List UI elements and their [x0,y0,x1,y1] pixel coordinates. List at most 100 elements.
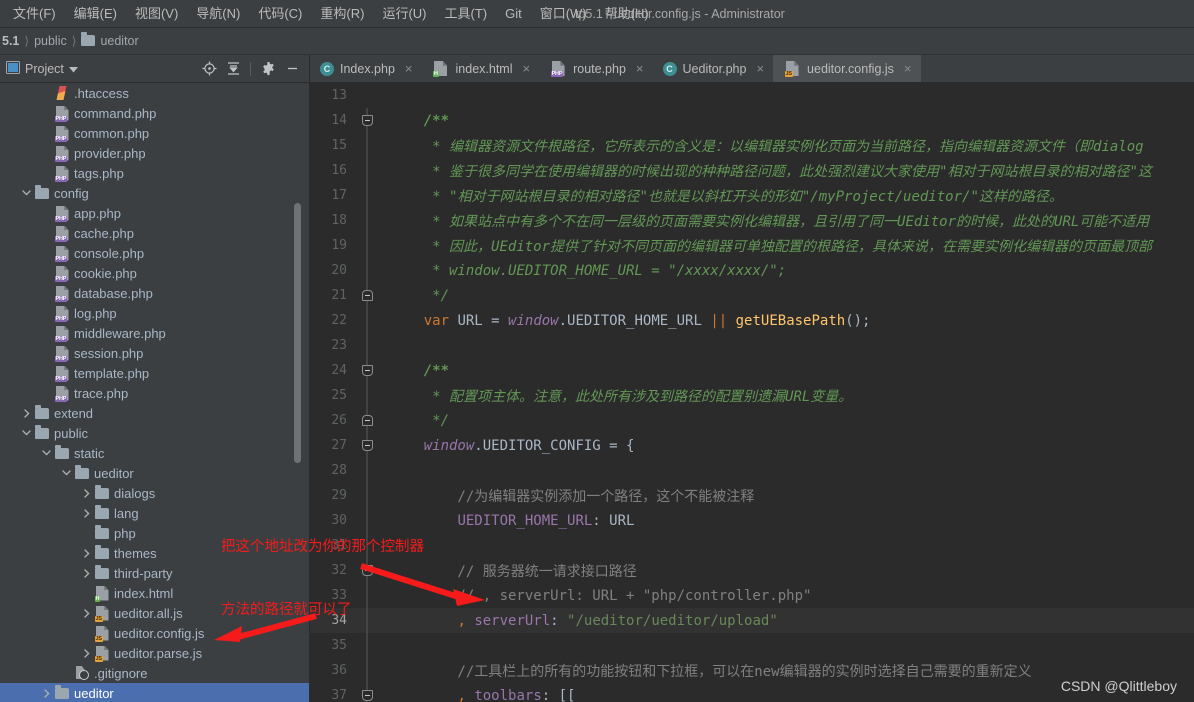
code-line-highlighted[interactable]: 34 , serverUrl: "/ueditor/ueditor/upload… [310,608,1194,633]
tree-row[interactable]: PHP command.php [0,103,309,123]
fold-marker-icon[interactable] [356,108,378,133]
tree-row[interactable]: static [0,443,309,463]
fold-guide-line[interactable] [356,458,378,483]
tree-row[interactable]: PHP session.php [0,343,309,363]
code-line[interactable]: 21 */ [310,283,1194,308]
code-line[interactable]: 24 /** [310,358,1194,383]
fold-marker-icon[interactable] [356,358,378,383]
menu-item-4[interactable]: 导航(N) [187,0,249,28]
menu-item-8[interactable]: 工具(T) [435,0,496,28]
code-line[interactable]: 13 [310,83,1194,108]
menu-item-5[interactable]: 代码(C) [249,0,311,28]
editor-tab-active[interactable]: JS ueditor.config.js [773,55,921,82]
chevron-right-icon[interactable] [80,643,93,663]
code-line[interactable]: 19 * 因此，UEditor提供了针对不同页面的编辑器可单独配置的根路径，具体… [310,233,1194,258]
editor-tab[interactable]: C Ueditor.php [653,55,774,82]
code-line[interactable]: 25 * 配置项主体。注意，此处所有涉及到路径的配置别遗漏URL变量。 [310,383,1194,408]
project-panel-scrollbar[interactable] [294,203,301,463]
locate-icon[interactable] [198,58,220,80]
code-line[interactable]: 23 [310,333,1194,358]
gear-icon[interactable] [257,58,279,80]
tree-row[interactable]: public [0,423,309,443]
fold-guide-line[interactable] [356,158,378,183]
tree-row[interactable]: PHP provider.php [0,143,309,163]
code-line[interactable]: 22 var URL = window.UEDITOR_HOME_URL || … [310,308,1194,333]
tree-row[interactable]: PHP console.php [0,243,309,263]
menu-item-1[interactable]: 文件(F) [4,0,65,28]
code-line[interactable]: 16 * 鉴于很多同学在使用编辑器的时候出现的种种路径问题，此处强烈建议大家使用… [310,158,1194,183]
close-icon[interactable] [756,61,764,76]
minimize-icon[interactable] [281,58,303,80]
menu-item-7[interactable]: 运行(U) [373,0,435,28]
fold-guide-line[interactable] [356,233,378,258]
fold-guide-line[interactable] [356,308,378,333]
code-line[interactable]: 17 * "相对于网站根目录的相对路径"也就是以斜杠开头的形如"/myProje… [310,183,1194,208]
tree-row[interactable]: .htaccess [0,83,309,103]
close-icon[interactable] [405,61,413,76]
chevron-right-icon[interactable] [80,603,93,623]
chevron-right-icon[interactable] [40,683,53,702]
tree-row[interactable]: PHP trace.php [0,383,309,403]
fold-marker-icon[interactable] [356,433,378,458]
code-line[interactable]: 32 // 服务器统一请求接口路径 [310,558,1194,583]
fold-guide-line[interactable] [356,333,378,358]
fold-guide-line[interactable] [356,258,378,283]
code-line[interactable]: 29 //为编辑器实例添加一个路径，这个不能被注释 [310,483,1194,508]
code-line[interactable]: 30 UEDITOR_HOME_URL: URL [310,508,1194,533]
menu-item-3[interactable]: 视图(V) [126,0,187,28]
fold-marker-icon[interactable] [356,283,378,308]
code-line[interactable]: 20 * window.UEDITOR_HOME_URL = "/xxxx/xx… [310,258,1194,283]
editor-tab[interactable]: C Index.php [310,55,422,82]
chevron-right-icon[interactable] [80,543,93,563]
fold-marker-icon[interactable] [356,408,378,433]
code-line[interactable]: 26 */ [310,408,1194,433]
code-line[interactable]: 28 [310,458,1194,483]
chevron-down-icon[interactable] [60,463,73,483]
project-panel-title[interactable]: Project [6,60,78,77]
tree-row[interactable]: PHP cache.php [0,223,309,243]
menu-item-6[interactable]: 重构(R) [311,0,373,28]
tree-row[interactable]: .gitignore [0,663,309,683]
chevron-down-icon[interactable] [20,183,33,203]
tree-row[interactable]: ueditor [0,463,309,483]
tree-row[interactable]: PHP log.php [0,303,309,323]
tree-row[interactable]: PHP common.php [0,123,309,143]
fold-guide-line[interactable] [356,183,378,208]
close-icon[interactable] [904,61,912,76]
tree-row[interactable]: PHP database.php [0,283,309,303]
tree-row[interactable]: PHP cookie.php [0,263,309,283]
close-icon[interactable] [636,61,644,76]
code-line[interactable]: 31 [310,533,1194,558]
chevron-down-icon[interactable] [20,423,33,443]
chevron-down-icon[interactable] [40,443,53,463]
fold-guide-line[interactable] [356,133,378,158]
tree-row[interactable]: config [0,183,309,203]
breadcrumb-root[interactable]: 5.1 [0,34,19,48]
chevron-right-icon[interactable] [80,483,93,503]
fold-guide-line[interactable] [356,383,378,408]
breadcrumb-item-ueditor[interactable]: ueditor [100,34,138,48]
collapse-all-icon[interactable] [222,58,244,80]
fold-guide-line[interactable] [356,208,378,233]
code-line[interactable]: 35 [310,633,1194,658]
editor-tab[interactable]: Hindex.html [422,55,540,82]
tree-row[interactable]: extend [0,403,309,423]
tree-row[interactable]: PHP tags.php [0,163,309,183]
chevron-right-icon[interactable] [80,563,93,583]
code-line[interactable]: 15 * 编辑器资源文件根路径，它所表示的含义是：以编辑器实例化页面为当前路径，… [310,133,1194,158]
code-line[interactable]: 18 * 如果站点中有多个不在同一层级的页面需要实例化编辑器，且引用了同一UEd… [310,208,1194,233]
code-line[interactable]: 14 /** [310,108,1194,133]
editor-tab[interactable]: PHP route.php [539,55,652,82]
menu-item-9[interactable]: Git [496,0,531,28]
tree-row[interactable]: PHP app.php [0,203,309,223]
fold-marker-icon[interactable] [356,683,378,702]
tree-row[interactable]: PHP middleware.php [0,323,309,343]
tree-row[interactable]: PHP template.php [0,363,309,383]
chevron-right-icon[interactable] [80,503,93,523]
tree-row-selected[interactable]: ueditor [0,683,309,702]
chevron-down-icon[interactable] [68,62,78,76]
code-line[interactable]: 27 window.UEDITOR_CONFIG = { [310,433,1194,458]
code-line[interactable]: 33 // , serverUrl: URL + "php/controller… [310,583,1194,608]
breadcrumb-item-public[interactable]: public [34,34,67,48]
menu-item-2[interactable]: 编辑(E) [65,0,126,28]
